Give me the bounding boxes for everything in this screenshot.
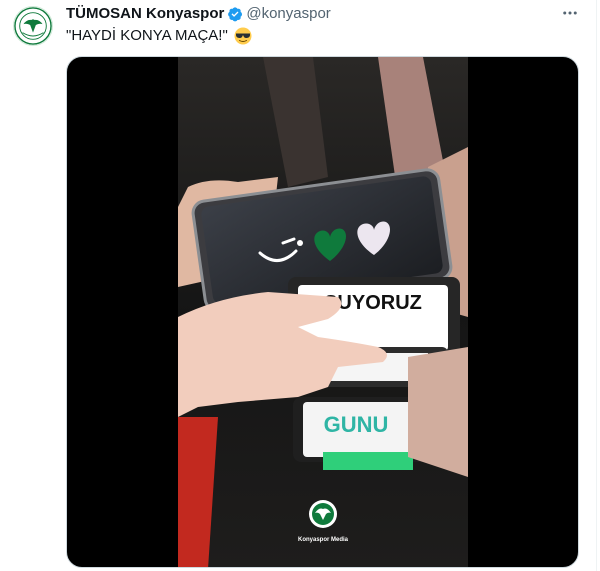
- phone-text-2: GUNU: [324, 412, 389, 437]
- tweet-card[interactable]: TÜMOSAN Konyaspor @konyaspor "HAYDİ KONY…: [0, 0, 597, 571]
- tweet-header: TÜMOSAN Konyaspor @konyaspor: [66, 5, 331, 23]
- watermark-text: Konyaspor Media: [298, 537, 349, 543]
- sunglasses-emoji-icon: [234, 27, 252, 45]
- tweet-text-content: "HAYDİ KONYA MAÇA!": [66, 27, 228, 44]
- display-name[interactable]: TÜMOSAN Konyaspor: [66, 5, 224, 23]
- verified-badge-icon: [227, 6, 243, 22]
- video-frame[interactable]: ŞUYORUZ GUNU Konyaspor Media: [178, 57, 468, 567]
- user-handle[interactable]: @konyaspor: [246, 5, 330, 23]
- more-options-icon[interactable]: [556, 4, 584, 22]
- tweet-video[interactable]: ŞUYORUZ GUNU Konyaspor Media: [66, 56, 579, 568]
- tweet-text: "HAYDİ KONYA MAÇA!": [66, 26, 252, 46]
- konyaspor-avatar[interactable]: [13, 6, 53, 46]
